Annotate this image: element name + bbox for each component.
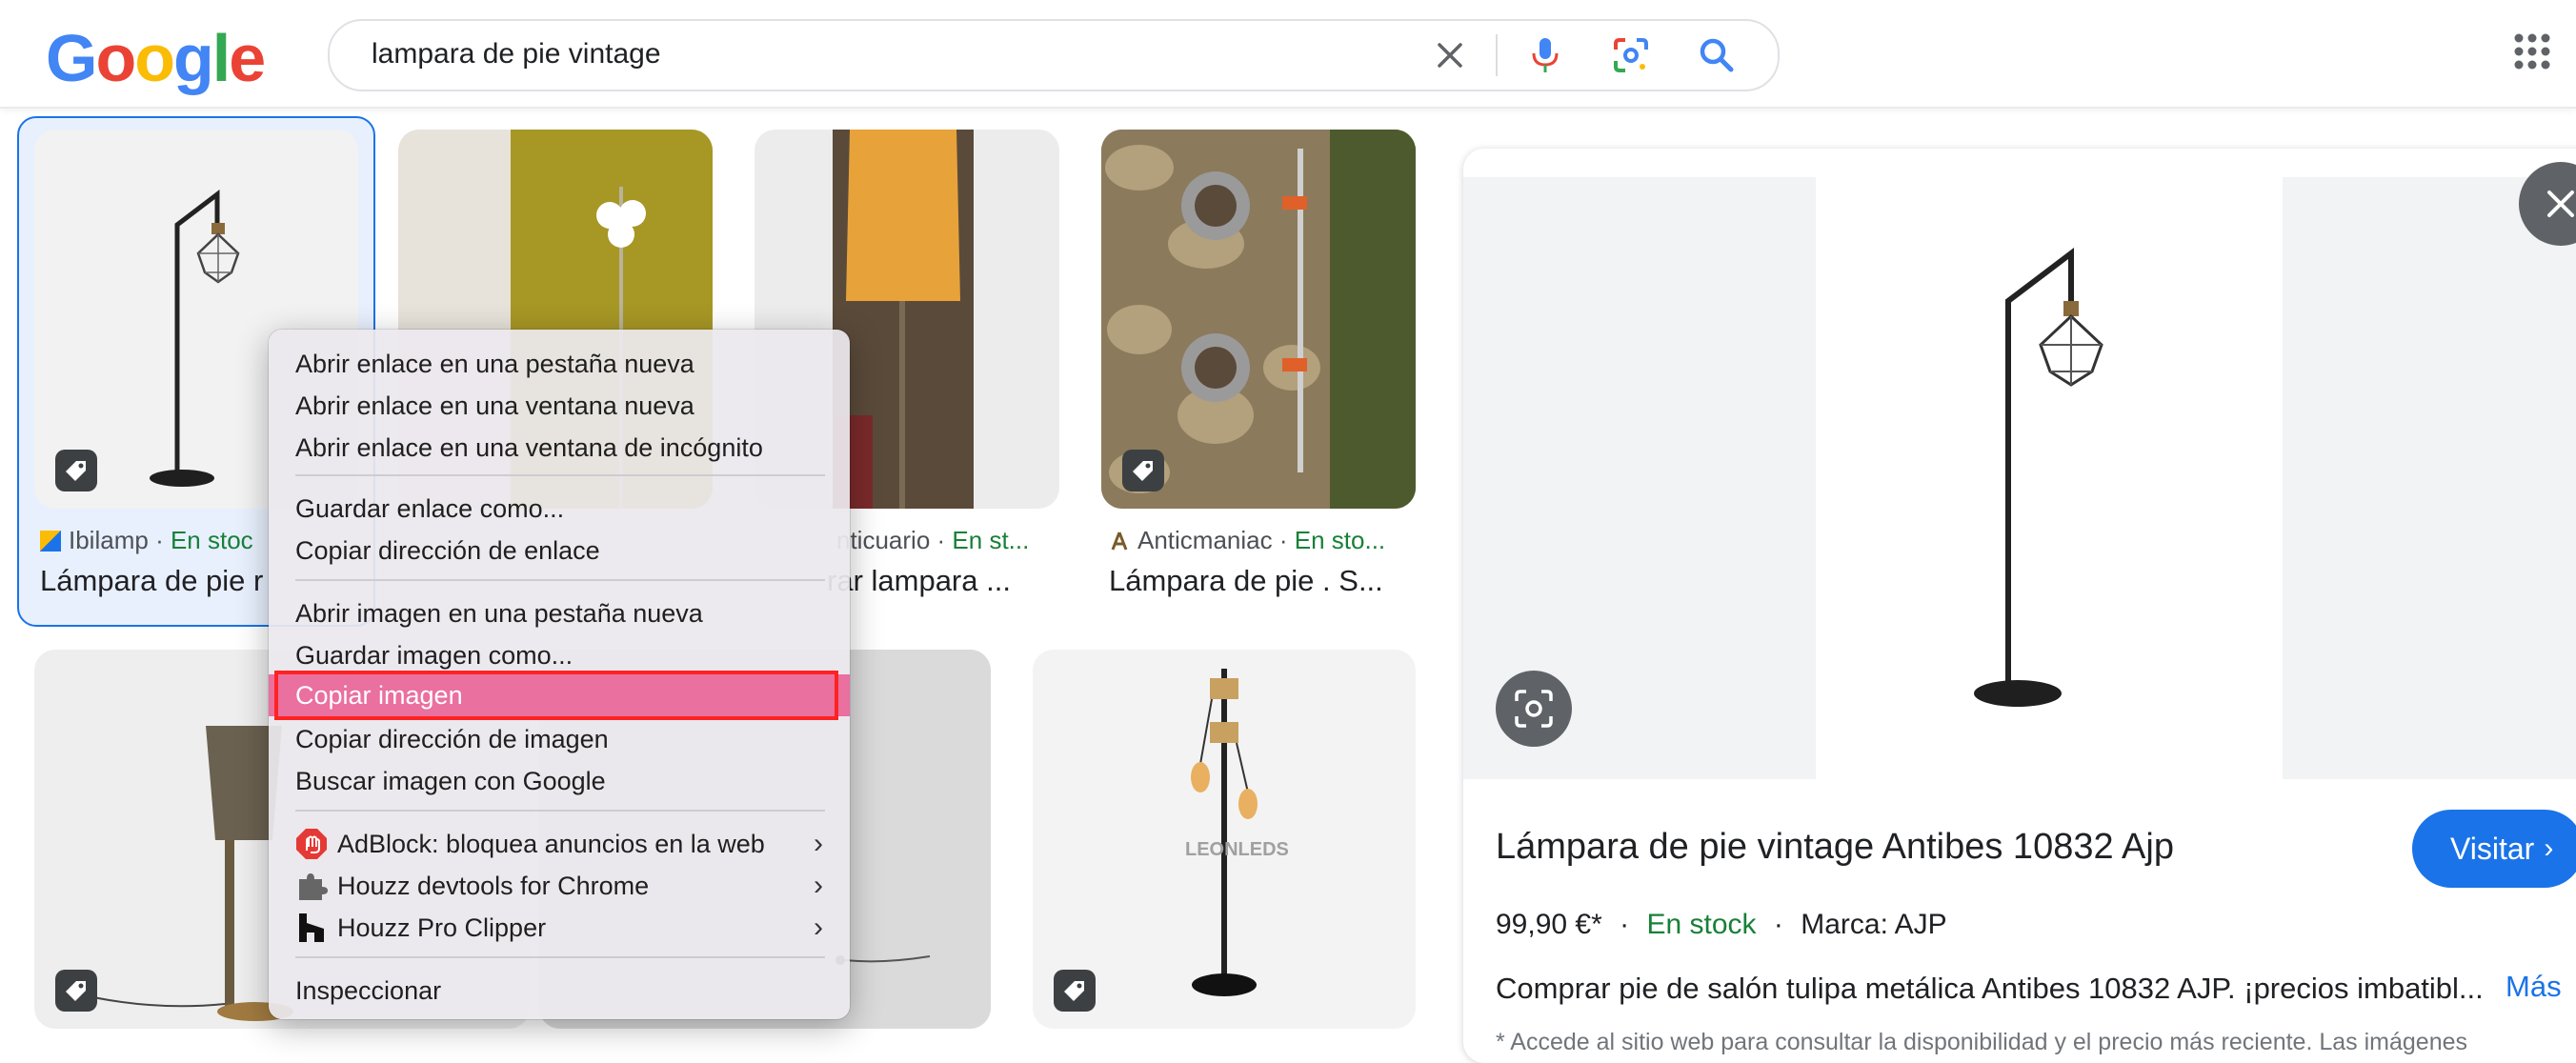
lens-search-button[interactable] <box>1496 671 1572 747</box>
product-tag-icon <box>1122 450 1164 491</box>
ibilamp-favicon-icon <box>40 531 61 552</box>
result-title-1[interactable]: Lámpara de pie r <box>40 564 288 598</box>
visit-label: Visitar <box>2450 831 2535 866</box>
result-source-1: Ibilamp · En stoc <box>40 526 253 555</box>
mic-icon[interactable] <box>1524 34 1566 76</box>
adblock-icon <box>295 828 328 860</box>
result-title-4[interactable]: Lámpara de pie . S... <box>1109 564 1395 598</box>
apps-icon[interactable] <box>2513 32 2551 70</box>
submenu-arrow-icon: › <box>814 828 823 859</box>
product-tag-icon <box>55 450 97 491</box>
search-icon[interactable] <box>1696 34 1738 76</box>
close-icon[interactable] <box>1429 34 1471 76</box>
menu-separator <box>295 474 825 476</box>
product-description: Comprar pie de salón tulipa metálica Ant… <box>1496 972 2484 1005</box>
menu-separator <box>295 956 825 958</box>
submenu-arrow-icon: › <box>814 912 823 943</box>
result-title-3[interactable]: rar lampara ... <box>827 564 1056 598</box>
result-source-4: Anticmaniac · En sto... <box>1111 526 1385 555</box>
product-title[interactable]: Lámpara de pie vintage Antibes 10832 Ajp <box>1496 827 2174 868</box>
preview-image <box>1816 177 2283 779</box>
header: Google lampara de pie vintage <box>0 0 2576 109</box>
product-tag-icon <box>55 970 97 1012</box>
menu-inspect[interactable]: Inspeccionar <box>269 970 850 1012</box>
menu-separator <box>295 810 825 812</box>
menu-adblock[interactable]: AdBlock: bloquea anuncios en la web › <box>269 823 850 865</box>
menu-search-image-google[interactable]: Buscar imagen con Google <box>269 760 850 802</box>
result-image-4[interactable] <box>1101 130 1416 509</box>
search-divider <box>1496 34 1498 76</box>
menu-copy-image-address[interactable]: Copiar dirección de imagen <box>269 718 850 760</box>
houzz-icon <box>295 912 328 944</box>
submenu-arrow-icon: › <box>814 870 823 901</box>
search-input[interactable]: lampara de pie vintage <box>372 38 661 70</box>
result-source-3: nticuario · En st... <box>836 526 1030 554</box>
watermark-text: LEONLEDS <box>1185 839 1289 860</box>
menu-copy-link-address[interactable]: Copiar dirección de enlace <box>269 530 850 572</box>
puzzle-icon <box>295 870 328 902</box>
product-brand: Marca: AJP <box>1801 909 1947 940</box>
product-price: 99,90 €* <box>1496 909 1602 940</box>
product-info: 99,90 €* · En stock · Marca: AJP <box>1496 909 1947 940</box>
product-tag-icon <box>1054 970 1096 1012</box>
highlight-outline <box>274 671 838 720</box>
menu-open-link-new-tab[interactable]: Abrir enlace en una pestaña nueva <box>269 343 850 385</box>
availability-note: * Accede al sitio web para consultar la … <box>1496 1029 2468 1055</box>
menu-separator <box>295 579 825 581</box>
more-link[interactable]: Más <box>2506 970 2562 1004</box>
anticmaniac-favicon-icon <box>1111 529 1128 551</box>
chevron-right-icon: › <box>2544 832 2554 864</box>
menu-open-link-new-window[interactable]: Abrir enlace en una ventana nueva <box>269 385 850 427</box>
result-image-7[interactable]: LEONLEDS <box>1033 650 1416 1029</box>
google-logo[interactable]: Google <box>46 25 266 91</box>
menu-open-link-incognito[interactable]: Abrir enlace en una ventana de incógnito <box>269 427 850 469</box>
menu-houzz-devtools[interactable]: Houzz devtools for Chrome › <box>269 865 850 907</box>
product-stock: En stock <box>1646 909 1757 940</box>
menu-houzz-pro-clipper[interactable]: Houzz Pro Clipper › <box>269 907 850 949</box>
preview-image-area[interactable] <box>1463 177 2576 779</box>
lens-icon[interactable] <box>1610 34 1652 76</box>
menu-open-image-new-tab[interactable]: Abrir imagen en una pestaña nueva <box>269 592 850 634</box>
menu-save-link-as[interactable]: Guardar enlace como... <box>269 488 850 530</box>
visit-button[interactable]: Visitar › <box>2412 810 2576 888</box>
search-box[interactable]: lampara de pie vintage <box>328 19 1780 91</box>
